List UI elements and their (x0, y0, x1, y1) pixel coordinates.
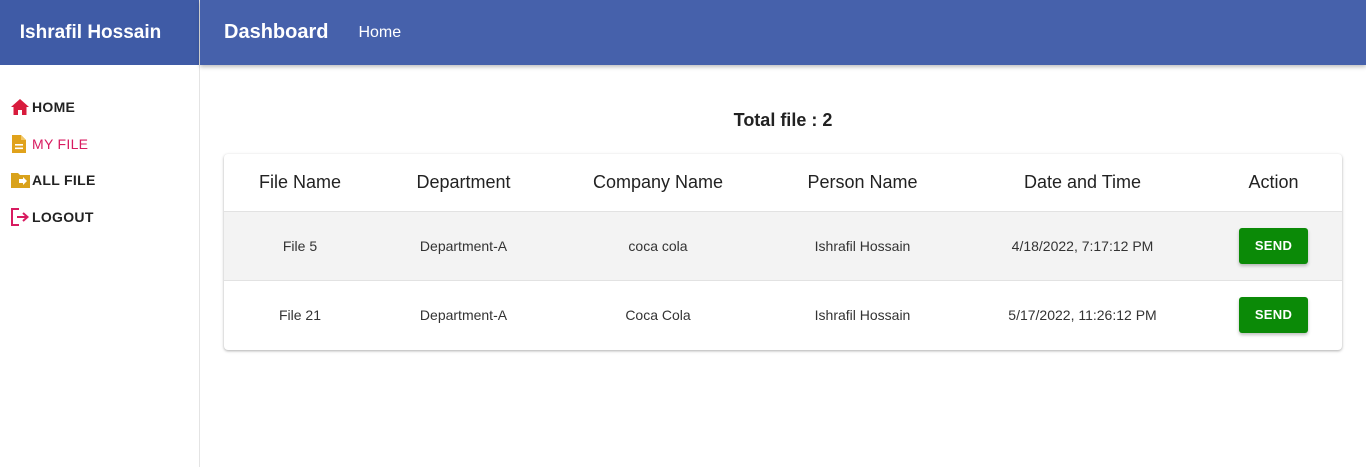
sidebar-item-home[interactable]: HOME (0, 89, 199, 126)
cell-person: Ishrafil Hossain (765, 279, 960, 349)
sidebar-item-my-file[interactable]: MY FILE (0, 126, 199, 163)
sidebar-nav: HOME MY FILE ALL FILE LOGOUT (0, 65, 199, 235)
cell-action: SEND (1205, 211, 1342, 280)
cell-file-name: File 5 (282, 237, 318, 254)
cell-file-name: File 21 (224, 279, 376, 349)
sidebar: Ishrafil Hossain HOME MY FILE ALL FILE L… (0, 0, 200, 467)
home-icon (10, 96, 32, 118)
sidebar-item-all-file[interactable]: ALL FILE (0, 162, 199, 199)
page-title: Dashboard (224, 21, 329, 43)
cell-action: SEND (1205, 279, 1342, 349)
app-root: Ishrafil Hossain HOME MY FILE ALL FILE L… (0, 0, 1366, 467)
table-row: File 5 Department-A coca cola Ishrafil H… (224, 211, 1342, 280)
sidebar-item-label: HOME (32, 99, 76, 116)
sidebar-item-label: ALL FILE (32, 172, 96, 189)
column-header-file-name: File Name (224, 154, 376, 212)
send-button[interactable]: SEND (1239, 296, 1308, 333)
cell-company: coca cola (628, 237, 688, 254)
cell-department: Department-A (376, 279, 551, 349)
column-header-action: Action (1205, 154, 1342, 212)
total-file-count: Total file : 2 (733, 110, 833, 130)
main-content: Total file : 2 File Name Department Comp… (200, 65, 1366, 467)
sidebar-item-logout[interactable]: LOGOUT (0, 199, 199, 236)
column-header-company-name: Company Name (551, 154, 765, 212)
files-table-card: File Name Department Company Name Person… (224, 154, 1342, 350)
cell-department: Department-A (419, 237, 508, 254)
cell-datetime: 4/18/2022, 7:17:12 PM (1011, 237, 1154, 254)
cell-person: Ishrafil Hossain (814, 237, 911, 254)
column-header-person-name: Person Name (765, 154, 960, 212)
logout-icon (10, 206, 32, 228)
column-header-date-time: Date and Time (960, 154, 1205, 212)
home-link[interactable]: Home (358, 24, 401, 42)
sidebar-item-label: MY FILE (32, 135, 89, 152)
cell-company: Coca Cola (551, 279, 765, 349)
table-row: File 21 Department-A Coca Cola Ishrafil … (224, 279, 1342, 349)
brand-name: Ishrafil Hossain (0, 0, 199, 65)
top-bar: Dashboard Home (200, 0, 1366, 65)
table-header-row: File Name Department Company Name Person… (224, 154, 1342, 212)
column-header-department: Department (376, 154, 551, 212)
sidebar-item-label: LOGOUT (32, 208, 94, 225)
folder-icon (10, 169, 32, 191)
cell-datetime: 5/17/2022, 11:26:12 PM (960, 279, 1205, 349)
file-icon (10, 133, 32, 155)
send-button[interactable]: SEND (1239, 227, 1308, 264)
files-table: File Name Department Company Name Person… (224, 154, 1342, 349)
